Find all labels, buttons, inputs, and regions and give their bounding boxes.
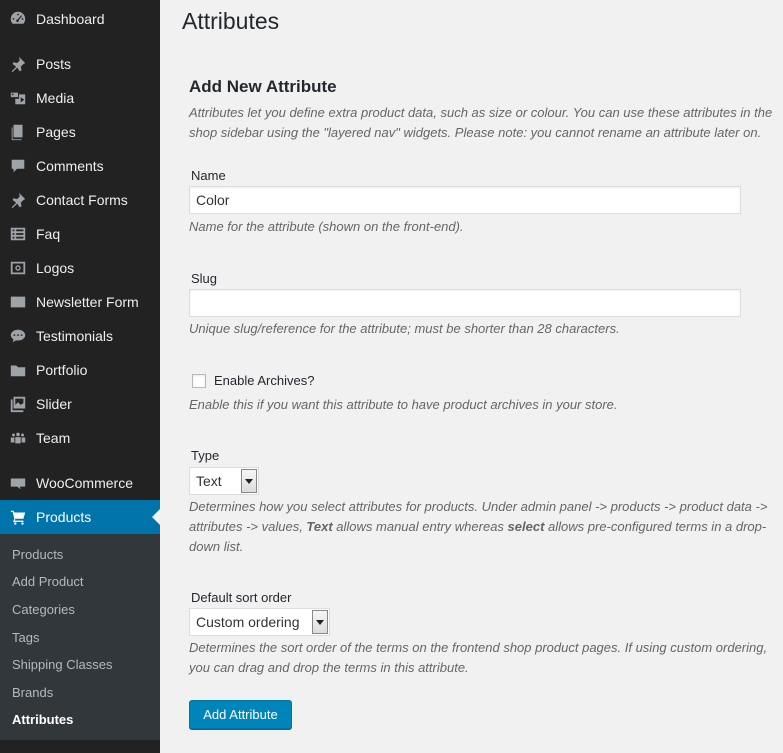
dashboard-icon (0, 10, 36, 28)
comment-icon (0, 157, 36, 175)
sidebar-item-label: Portfolio (36, 362, 88, 378)
intro-description: Attributes let you define extra product … (189, 105, 773, 140)
slug-input[interactable] (189, 289, 741, 317)
sidebar-item-woocommerce[interactable]: WooCommerce (0, 466, 160, 500)
sidebar-item-logos[interactable]: Logos (0, 251, 160, 285)
sidebar-item-label: WooCommerce (36, 475, 133, 491)
gallery-icon (0, 395, 36, 413)
name-input[interactable] (189, 186, 741, 214)
submenu-item-categories[interactable]: Categories (12, 602, 75, 617)
camera-icon (0, 259, 36, 277)
sort-order-select[interactable]: Custom ordering (189, 608, 330, 636)
sidebar-item-label: Products (36, 509, 92, 525)
sidebar-item-newsletter-form[interactable]: Newsletter Form (0, 285, 160, 319)
page-title: Attributes (182, 8, 280, 34)
type-label: Type (191, 448, 220, 463)
submenu-item-products[interactable]: Products (12, 547, 63, 562)
type-select-value: Text (196, 473, 222, 489)
sidebar-item-label: Faq (36, 226, 61, 242)
admin-sidebar: Dashboard Posts Media Pages Comments Con… (0, 0, 160, 753)
enable-archives-label[interactable]: Enable Archives? (214, 373, 314, 388)
sidebar-item-label: Media (36, 90, 75, 106)
type-description: Determines how you select attributes for… (189, 499, 768, 554)
submenu-item-shipping-classes[interactable]: Shipping Classes (12, 657, 112, 672)
submenu-item-add-product[interactable]: Add Product (12, 574, 84, 589)
sidebar-item-faq[interactable]: Faq (0, 217, 160, 251)
cart-icon (0, 508, 36, 526)
sidebar-item-label: Logos (36, 260, 75, 276)
enable-archives-checkbox[interactable] (192, 374, 206, 388)
sort-order-select-value: Custom ordering (196, 614, 300, 630)
sidebar-item-label: Newsletter Form (36, 294, 139, 310)
sidebar-item-label: Posts (36, 56, 72, 72)
sidebar-item-posts[interactable]: Posts (0, 47, 160, 81)
sidebar-item-products[interactable]: Products (0, 500, 160, 534)
sidebar-item-dashboard[interactable]: Dashboard (0, 2, 160, 36)
sort-order-label: Default sort order (191, 590, 292, 605)
submenu-item-brands[interactable]: Brands (12, 685, 53, 700)
sidebar-item-slider[interactable]: Slider (0, 387, 160, 421)
slug-description: Unique slug/reference for the attribute;… (189, 321, 620, 336)
pages-icon (0, 123, 36, 141)
add-attribute-button[interactable]: Add Attribute (189, 700, 292, 729)
list-icon (0, 225, 36, 243)
chevron-down-icon (312, 610, 328, 634)
chevron-down-icon (241, 469, 257, 493)
submenu-item-tags[interactable]: Tags (12, 630, 39, 645)
current-arrow (152, 509, 160, 525)
sidebar-item-label: Dashboard (36, 11, 105, 27)
media-icon (0, 89, 36, 107)
sidebar-item-label: Testimonials (36, 328, 114, 344)
sidebar-item-comments[interactable]: Comments (0, 149, 160, 183)
sidebar-item-contact-forms[interactable]: Contact Forms (0, 183, 160, 217)
products-submenu: Products Add Product Categories Tags Shi… (0, 534, 160, 740)
archives-description: Enable this if you want this attribute t… (189, 397, 618, 412)
sidebar-item-testimonials[interactable]: Testimonials (0, 319, 160, 353)
folder-icon (0, 361, 36, 379)
groups-icon (0, 429, 36, 447)
sidebar-item-label: Team (36, 430, 71, 446)
slug-label: Slug (191, 271, 218, 286)
section-title: Add New Attribute (189, 77, 337, 96)
sidebar-item-team[interactable]: Team (0, 421, 160, 455)
name-label: Name (191, 168, 226, 183)
sidebar-item-label: Slider (36, 396, 72, 412)
pin-icon (0, 191, 36, 209)
name-description: Name for the attribute (shown on the fro… (189, 219, 464, 234)
sidebar-item-portfolio[interactable]: Portfolio (0, 353, 160, 387)
pin-icon (0, 55, 36, 73)
sidebar-item-pages[interactable]: Pages (0, 115, 160, 149)
woo-icon (0, 474, 36, 492)
sidebar-item-label: Pages (36, 124, 76, 140)
sort-order-description: Determines the sort order of the terms o… (189, 640, 768, 675)
submenu-item-attributes[interactable]: Attributes (12, 712, 73, 727)
type-select[interactable]: Text (189, 467, 259, 495)
sidebar-item-media[interactable]: Media (0, 81, 160, 115)
sidebar-item-label: Contact Forms (36, 192, 128, 208)
sidebar-item-label: Comments (36, 158, 104, 174)
envelope-icon (0, 293, 36, 311)
chat-icon (0, 327, 36, 345)
